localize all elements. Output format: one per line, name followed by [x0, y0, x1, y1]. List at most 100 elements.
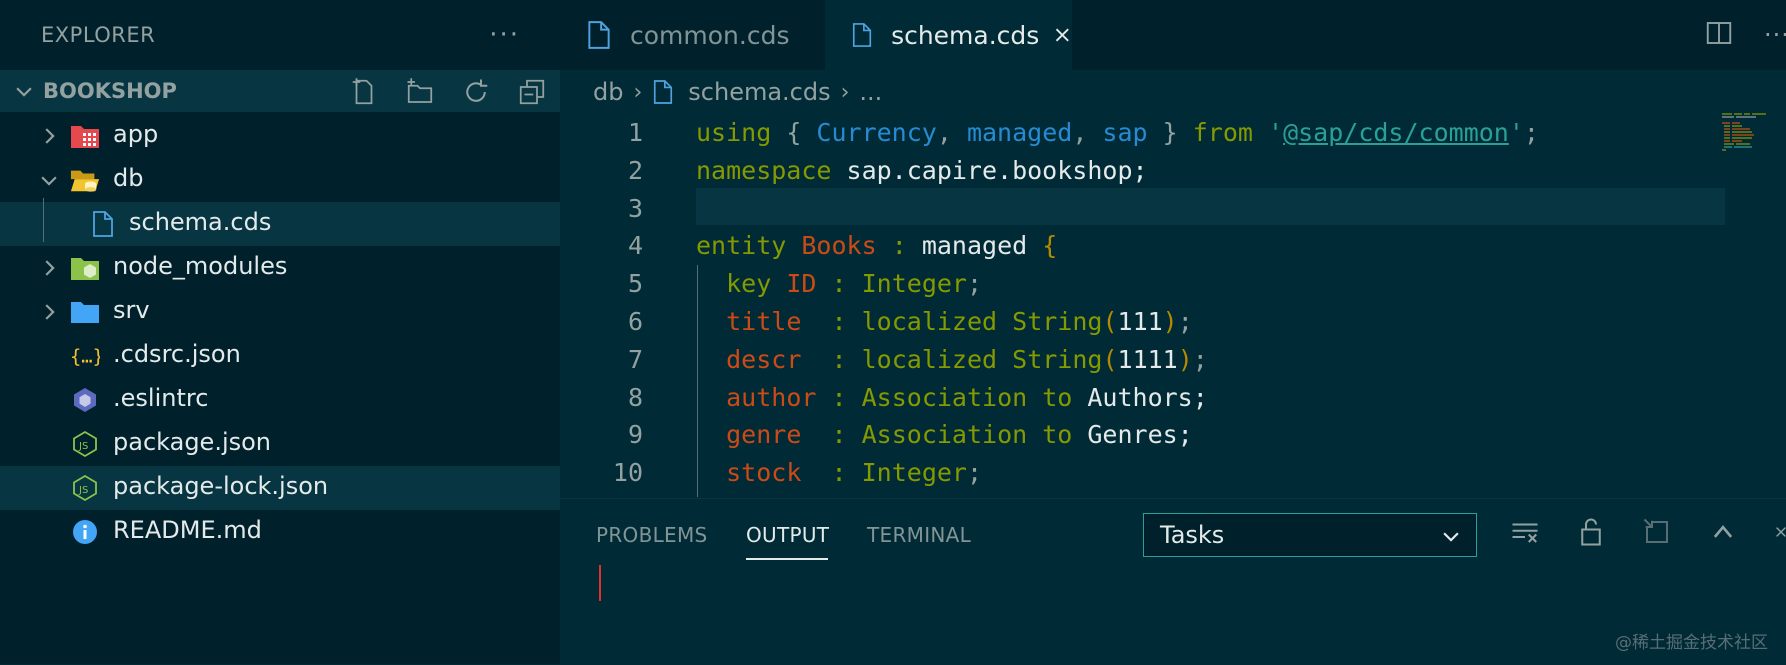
bottom-panel: PROBLEMS OUTPUT TERMINAL Tasks @稀土掘金技术社区	[560, 498, 1786, 665]
code-line: 4 entity Books : managed {	[560, 225, 1786, 263]
more-actions-icon[interactable]: ···	[489, 20, 520, 50]
file-icon	[588, 21, 610, 49]
line-content: descr : localized String(1111);	[726, 344, 1208, 374]
tree-item-package-lock-json[interactable]: JS package-lock.json	[0, 466, 560, 510]
lock-icon[interactable]	[1576, 517, 1606, 547]
new-file-icon[interactable]	[348, 76, 380, 108]
watermark: @稀土掘金技术社区	[1615, 633, 1768, 653]
tree-item-app[interactable]: app	[0, 114, 560, 158]
tree-item-eslintrc[interactable]: .eslintrc	[0, 378, 560, 422]
tree-item-label: package-lock.json	[113, 472, 329, 500]
tree-item-label: package.json	[113, 428, 272, 456]
chevron-right-icon: ›	[840, 79, 850, 105]
panel-actions	[1510, 517, 1786, 547]
breadcrumb-symbol[interactable]: ...	[859, 78, 882, 106]
tree-item-schema-cds[interactable]: schema.cds	[0, 202, 560, 246]
nodejs-icon: JS	[70, 429, 100, 459]
tree-item-label: .cdsrc.json	[113, 340, 241, 368]
collapse-all-icon[interactable]	[516, 76, 548, 108]
tree-item-srv[interactable]: srv	[0, 290, 560, 334]
line-content: key ID : Integer;	[726, 269, 983, 299]
output-channel-select[interactable]: Tasks	[1143, 513, 1477, 557]
tree-item-label: README.md	[113, 516, 262, 544]
explorer-header: EXPLORER ···	[0, 0, 560, 70]
split-editor-icon[interactable]	[1704, 18, 1734, 52]
refresh-icon[interactable]	[460, 76, 492, 108]
indent-guide	[697, 265, 698, 497]
eslint-icon	[70, 385, 100, 415]
tab-actions: ···	[1704, 18, 1786, 52]
app-folder-icon	[70, 121, 100, 151]
code-line: 9 genre : Association to Genres;	[560, 414, 1786, 452]
chevron-down-icon	[41, 176, 57, 186]
chevron-right-icon: ›	[633, 79, 643, 105]
line-content: using { Currency, managed, sap } from '@…	[696, 118, 1539, 147]
tree-item-node-modules[interactable]: node_modules	[0, 246, 560, 290]
close-panel-icon[interactable]	[1774, 517, 1786, 547]
tab-label: common.cds	[630, 20, 790, 50]
tree-item-label: .eslintrc	[113, 384, 209, 412]
code-line-current: 3	[560, 187, 1786, 226]
line-content: genre : Association to Genres;	[726, 420, 1193, 450]
tab-output[interactable]: OUTPUT	[746, 523, 829, 547]
code-line: 5 key ID : Integer;	[560, 263, 1786, 301]
code-line: 10 stock : Integer;	[560, 452, 1786, 490]
folder-open-icon	[70, 165, 100, 195]
breadcrumb: db › schema.cds › ...	[560, 70, 882, 114]
more-actions-icon[interactable]: ···	[1764, 21, 1786, 49]
code-line: 1 using { Currency, managed, sap } from …	[560, 112, 1786, 150]
chevron-right-icon	[45, 260, 55, 276]
chevron-down-icon	[16, 87, 32, 97]
clear-output-icon[interactable]	[1510, 517, 1540, 547]
line-number: 9	[627, 420, 643, 450]
chevron-right-icon	[45, 304, 55, 320]
code-line: 8 author : Association to Authors;	[560, 377, 1786, 415]
nodejs-icon: JS	[70, 473, 100, 503]
chevron-right-icon	[45, 128, 55, 144]
active-tab-indicator	[746, 558, 828, 560]
line-number: 7	[627, 344, 643, 374]
line-number: 2	[627, 155, 643, 185]
svg-text:JS: JS	[78, 485, 88, 496]
bookshop-section-header[interactable]: BOOKSHOP	[0, 70, 560, 112]
chevron-up-icon[interactable]	[1708, 517, 1738, 547]
minimap[interactable]	[1720, 112, 1770, 172]
tree-indent-guide	[43, 198, 44, 242]
tree-item-label: schema.cds	[129, 208, 272, 236]
code-line: 2 namespace sap.capire.bookshop;	[560, 150, 1786, 188]
line-number: 10	[612, 458, 643, 488]
line-number: 3	[627, 193, 643, 223]
tree-item-package-json[interactable]: JS package.json	[0, 422, 560, 466]
new-folder-icon[interactable]	[404, 76, 436, 108]
tree-item-db[interactable]: db	[0, 158, 560, 202]
tree-item-readme[interactable]: README.md	[0, 510, 560, 554]
line-number: 1	[627, 118, 643, 147]
line-number: 4	[627, 231, 643, 261]
tab-common-cds[interactable]: common.cds	[560, 0, 825, 70]
tree-item-cdsrc-json[interactable]: {…} .cdsrc.json	[0, 334, 560, 378]
line-number: 5	[627, 269, 643, 299]
current-line-highlight	[696, 187, 1725, 226]
section-actions	[348, 76, 548, 108]
code-editor[interactable]: 1 using { Currency, managed, sap } from …	[560, 112, 1786, 490]
tree-item-label: db	[113, 164, 144, 192]
svg-text:JS: JS	[78, 441, 88, 452]
editor-area: common.cds schema.cds ··· db › schema.cd…	[560, 0, 1786, 665]
breadcrumb-schema[interactable]: schema.cds	[688, 78, 830, 106]
chevron-down-icon	[1443, 532, 1459, 542]
json-icon: {…}	[70, 341, 100, 371]
node-folder-icon	[70, 253, 100, 283]
open-log-icon[interactable]	[1642, 517, 1672, 547]
line-number: 6	[627, 306, 643, 336]
tree-item-label: app	[113, 120, 159, 148]
tab-schema-cds[interactable]: schema.cds	[825, 0, 1072, 70]
line-content: author : Association to Authors;	[726, 382, 1208, 412]
tab-terminal[interactable]: TERMINAL	[867, 523, 971, 547]
breadcrumb-db[interactable]: db	[593, 78, 623, 106]
line-content: title : localized String(111);	[726, 306, 1193, 336]
info-icon	[70, 517, 100, 547]
editor-tabs: common.cds schema.cds ···	[560, 0, 1786, 70]
tab-problems[interactable]: PROBLEMS	[596, 523, 708, 547]
close-icon[interactable]	[1053, 24, 1072, 46]
line-content: entity Books : managed {	[696, 231, 1058, 261]
